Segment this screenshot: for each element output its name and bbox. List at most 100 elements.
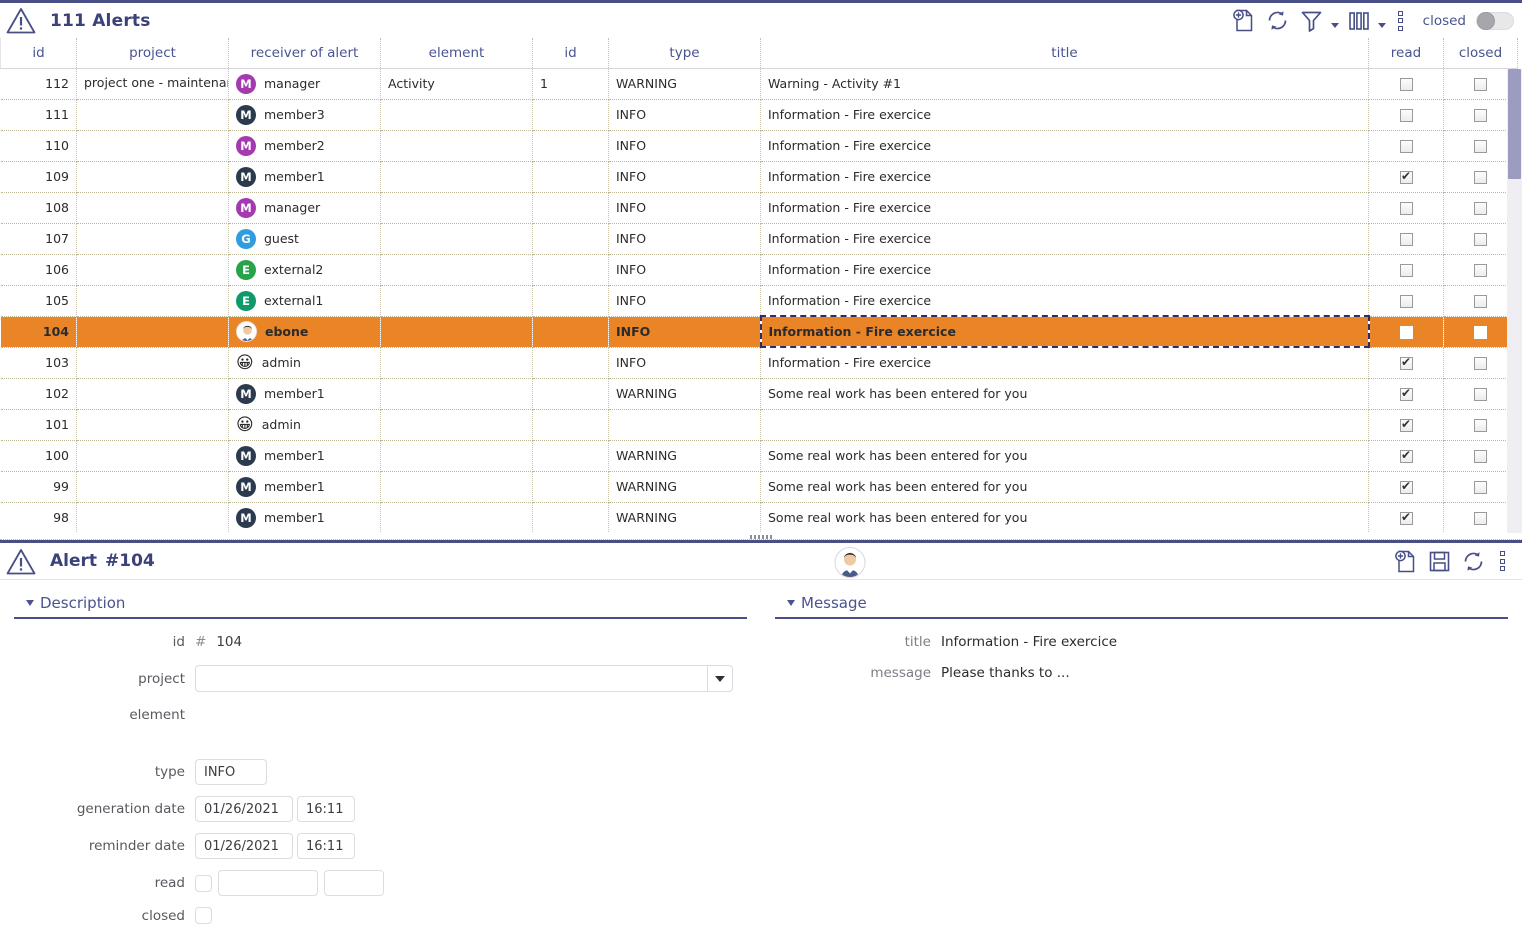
column-header-project[interactable]: project [77,38,229,68]
row-checkbox[interactable] [1400,388,1413,401]
column-header-id[interactable]: id [1,38,77,68]
row-checkbox[interactable] [1474,171,1487,184]
cell-read[interactable] [1369,254,1444,285]
add-document-icon[interactable] [1388,546,1422,576]
cell-read[interactable] [1369,130,1444,161]
more-options-icon[interactable] [1389,11,1413,31]
row-checkbox[interactable] [1400,78,1413,91]
table-row[interactable]: 98Mmember1WARNINGSome real work has been… [1,502,1518,533]
cell-read[interactable] [1369,285,1444,316]
table-row[interactable]: 105Eexternal1INFOInformation - Fire exer… [1,285,1518,316]
row-checkbox[interactable] [1400,326,1413,339]
row-checkbox[interactable] [1400,450,1413,463]
table-row[interactable]: 110Mmember2INFOInformation - Fire exerci… [1,130,1518,161]
cell-read[interactable] [1369,223,1444,254]
generation-time-field[interactable]: 16:11 [297,796,355,822]
row-checkbox[interactable] [1474,419,1487,432]
columns-chevron-down-icon[interactable] [1376,6,1389,36]
cell-read[interactable] [1369,68,1444,99]
cell-read[interactable] [1369,378,1444,409]
chevron-down-icon[interactable] [787,600,795,606]
add-document-icon[interactable] [1227,6,1261,36]
project-select[interactable] [195,665,733,692]
row-checkbox[interactable] [1400,419,1413,432]
row-checkbox[interactable] [1400,109,1413,122]
chevron-down-icon[interactable] [708,676,732,682]
columns-icon[interactable] [1342,6,1376,36]
row-checkbox[interactable] [1400,295,1413,308]
column-header-closed[interactable]: closed [1444,38,1518,68]
table-row[interactable]: 99Mmember1WARNINGSome real work has been… [1,471,1518,502]
chevron-down-icon[interactable] [26,600,34,606]
row-checkbox[interactable] [1474,326,1487,339]
type-field[interactable]: INFO [195,759,267,785]
reminder-date-field[interactable]: 01/26/2021 [195,833,293,859]
table-row[interactable]: 106Eexternal2INFOInformation - Fire exer… [1,254,1518,285]
row-checkbox[interactable] [1474,140,1487,153]
row-checkbox[interactable] [1474,450,1487,463]
panel-splitter[interactable] [0,533,1522,540]
row-checkbox[interactable] [1474,109,1487,122]
table-row[interactable]: 107GguestINFOInformation - Fire exercice [1,223,1518,254]
table-row[interactable]: 100Mmember1WARNINGSome real work has bee… [1,440,1518,471]
splitter-grip[interactable] [750,535,772,539]
row-checkbox[interactable] [1474,78,1487,91]
row-checkbox[interactable] [1474,512,1487,525]
closed-checkbox[interactable] [195,907,212,924]
row-checkbox[interactable] [1400,202,1413,215]
read-date-field[interactable] [218,870,318,896]
row-checkbox[interactable] [1400,481,1413,494]
refresh-icon[interactable] [1456,546,1490,576]
column-header-element-id[interactable]: id [533,38,609,68]
table-row[interactable]: 104eboneINFOInformation - Fire exercice [1,316,1518,347]
refresh-icon[interactable] [1261,6,1295,36]
row-checkbox[interactable] [1400,233,1413,246]
row-checkbox[interactable] [1474,357,1487,370]
cell-read[interactable] [1369,99,1444,130]
table-row[interactable]: 112project one - maintenanceMmanagerActi… [1,68,1518,99]
table-row[interactable]: 102Mmember1WARNINGSome real work has bee… [1,378,1518,409]
filter-icon[interactable] [1295,6,1329,36]
description-section-header[interactable]: Description [14,594,747,619]
generation-date-field[interactable]: 01/26/2021 [195,796,293,822]
filter-chevron-down-icon[interactable] [1329,6,1342,36]
closed-toggle[interactable] [1476,12,1514,30]
column-header-title[interactable]: title [761,38,1369,68]
scrollbar-thumb[interactable] [1508,69,1521,179]
table-row[interactable]: 109Mmember1INFOInformation - Fire exerci… [1,161,1518,192]
cell-read[interactable] [1369,316,1444,347]
read-time-field[interactable] [324,870,384,896]
row-checkbox[interactable] [1474,295,1487,308]
table-row[interactable]: 108MmanagerINFOInformation - Fire exerci… [1,192,1518,223]
row-checkbox[interactable] [1474,388,1487,401]
cell-read[interactable] [1369,471,1444,502]
row-checkbox[interactable] [1400,357,1413,370]
row-checkbox[interactable] [1400,264,1413,277]
table-row[interactable]: 111Mmember3INFOInformation - Fire exerci… [1,99,1518,130]
table-row[interactable]: 103😀adminINFOInformation - Fire exercice [1,347,1518,378]
row-checkbox[interactable] [1400,171,1413,184]
row-checkbox[interactable] [1474,202,1487,215]
row-checkbox[interactable] [1474,264,1487,277]
cell-read[interactable] [1369,161,1444,192]
row-checkbox[interactable] [1400,140,1413,153]
read-checkbox[interactable] [195,875,212,892]
reminder-time-field[interactable]: 16:11 [297,833,355,859]
column-header-type[interactable]: type [609,38,761,68]
more-options-icon[interactable] [1490,551,1514,571]
row-checkbox[interactable] [1474,233,1487,246]
list-vertical-scrollbar[interactable] [1507,69,1522,533]
cell-read[interactable] [1369,409,1444,440]
column-header-element[interactable]: element [381,38,533,68]
save-icon[interactable] [1422,546,1456,576]
cell-read[interactable] [1369,502,1444,533]
column-header-receiver[interactable]: receiver of alert [229,38,381,68]
row-checkbox[interactable] [1400,512,1413,525]
cell-read[interactable] [1369,347,1444,378]
cell-read[interactable] [1369,192,1444,223]
column-header-read[interactable]: read [1369,38,1444,68]
row-checkbox[interactable] [1474,481,1487,494]
message-section-header[interactable]: Message [775,594,1508,619]
cell-read[interactable] [1369,440,1444,471]
table-row[interactable]: 101😀admin [1,409,1518,440]
